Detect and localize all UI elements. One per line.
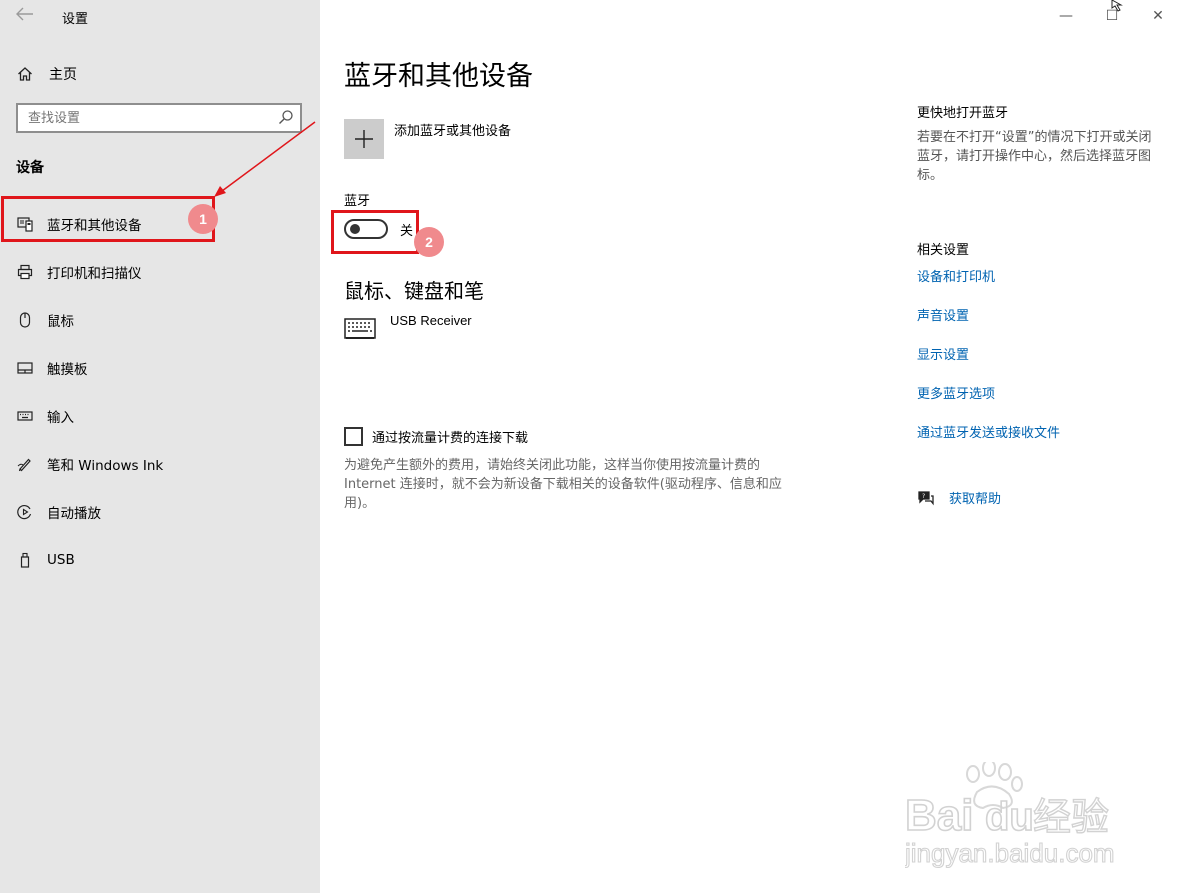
metered-checkbox[interactable] [344,427,363,446]
link-display-settings[interactable]: 显示设置 [917,344,969,363]
annotation-badge-1: 1 [188,204,218,234]
back-button[interactable] [16,6,36,26]
related-settings-title: 相关设置 [917,243,970,258]
get-help-link[interactable]: 获取帮助 [949,488,1001,507]
mouse-icon [17,312,33,328]
annotation-badge-2: 2 [414,227,444,257]
touchpad-icon [17,360,33,376]
back-arrow-icon [16,7,33,21]
svg-text:?: ? [922,493,925,500]
page-title: 蓝牙和其他设备 [344,61,533,92]
annotation-arrow [214,121,316,197]
highlight-box-1 [1,196,215,242]
sidebar-item-autoplay[interactable]: 自动播放 [0,488,320,536]
plus-icon [355,130,373,148]
sidebar-item-mouse[interactable]: 鼠标 [0,296,320,344]
bluetooth-label: 蓝牙 [344,194,371,209]
add-device-button[interactable] [344,119,384,159]
sidebar-item-label: USB [47,552,75,568]
sidebar-item-home[interactable]: 主页 [17,63,77,85]
baidu-paw-icon: Bai du 经验 jingyan.baidu.com [903,759,1115,869]
metered-description: 为避免产生额外的费用，请始终关闭此功能，这样当你使用按流量计费的Internet… [344,458,782,511]
sidebar-item-label: 鼠标 [47,314,74,330]
sidebar-item-label: 自动播放 [47,506,101,522]
section-label: 设备 [16,160,44,176]
get-help[interactable]: ? 获取帮助 [917,488,1001,507]
sidebar-nav: 蓝牙和其他设备 打印机和扫描仪 鼠标 触摸板 输入 笔和 Windows Ink… [0,200,320,584]
watermark-url: jingyan.baidu.com [905,838,1115,868]
printer-icon [17,264,33,280]
link-devices-printers[interactable]: 设备和打印机 [917,266,995,285]
window-title: 设置 [62,12,89,27]
peripherals-title: 鼠标、键盘和笔 [344,279,484,303]
device-usb-receiver[interactable]: USB Receiver [390,313,472,328]
sidebar-item-label: 主页 [49,67,77,83]
sidebar-item-label: 打印机和扫描仪 [47,266,142,282]
add-device-label[interactable]: 添加蓝牙或其他设备 [394,120,511,139]
watermark-brand-cn: 经验 [1033,795,1109,839]
sidebar-item-label: 输入 [47,410,74,426]
baidu-watermark: Bai du 经验 jingyan.baidu.com [903,759,1125,872]
highlight-box-2 [331,210,419,254]
minimize-button[interactable]: — [1043,0,1089,32]
quick-bluetooth-desc: 若要在不打开“设置”的情况下打开或关闭蓝牙，请打开操作中心，然后选择蓝牙图标。 [917,130,1152,183]
link-sound-settings[interactable]: 声音设置 [917,305,969,324]
quick-bluetooth-title: 更快地打开蓝牙 [917,106,1009,121]
sidebar-item-label: 触摸板 [47,362,88,378]
keyboard-icon [344,318,376,339]
sidebar-item-label: 笔和 Windows Ink [47,458,164,474]
close-button[interactable]: ✕ [1135,0,1181,32]
autoplay-icon [17,504,33,520]
pen-icon [17,456,33,472]
sidebar-item-typing[interactable]: 输入 [0,392,320,440]
home-icon [18,67,32,81]
link-more-bluetooth[interactable]: 更多蓝牙选项 [917,383,995,402]
help-chat-icon: ? [918,490,934,505]
link-bluetooth-file-transfer[interactable]: 通过蓝牙发送或接收文件 [917,422,1060,441]
sidebar-item-pen[interactable]: 笔和 Windows Ink [0,440,320,488]
usb-icon [17,552,33,568]
sidebar-item-usb[interactable]: USB [0,536,320,584]
keyboard-icon [17,408,33,424]
mouse-cursor-icon [1111,0,1123,12]
watermark-brand2: du [985,795,1034,839]
sidebar-item-printers[interactable]: 打印机和扫描仪 [0,248,320,296]
metered-label[interactable]: 通过按流量计费的连接下载 [372,427,528,446]
watermark-brand: Bai [905,791,973,840]
sidebar-item-touchpad[interactable]: 触摸板 [0,344,320,392]
